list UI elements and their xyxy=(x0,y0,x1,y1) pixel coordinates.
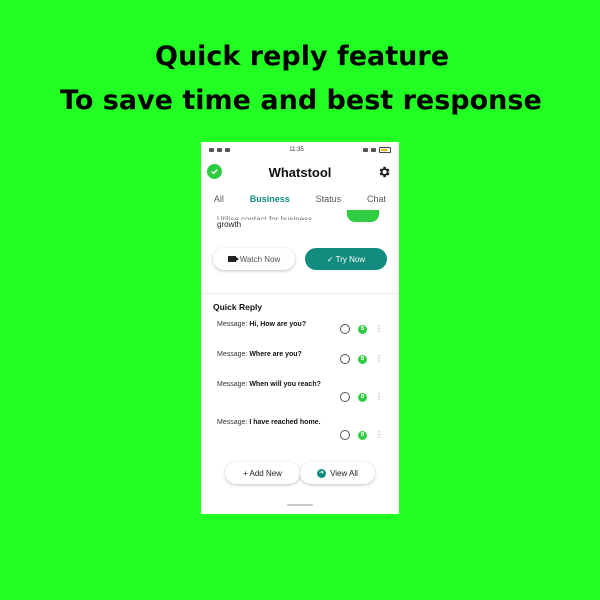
quick-reply-item[interactable]: Message: I have reached home. B ⋮ xyxy=(209,416,391,454)
more-options-icon[interactable]: ⋮ xyxy=(375,393,383,401)
promo-text: Utilise contact for business growth xyxy=(217,215,312,230)
try-now-label: ✓ Try Now xyxy=(326,254,366,264)
tab-bar: All Business Status Chat xyxy=(201,188,399,210)
status-icons-left xyxy=(209,148,230,152)
message-text: I have reached home. xyxy=(249,419,321,426)
watch-now-button[interactable]: Watch Now xyxy=(213,248,295,270)
whatsapp-business-icon[interactable]: B xyxy=(358,430,367,440)
notification-icon xyxy=(217,148,222,152)
quick-reply-message: Message: I have reached home. xyxy=(217,418,327,427)
view-all-button[interactable]: ➜ View All xyxy=(300,462,375,484)
network-icon xyxy=(370,148,376,152)
add-new-label: + Add New xyxy=(243,468,282,478)
quick-reply-item[interactable]: Message: When will you reach? B ⋮ xyxy=(209,378,391,416)
quick-reply-message: Message: Hi, How are you? xyxy=(217,320,327,329)
whatsapp-icon[interactable] xyxy=(340,324,350,334)
home-indicator xyxy=(287,504,313,506)
message-text: Where are you? xyxy=(249,351,302,358)
quick-reply-message: Message: Where are you? xyxy=(217,350,327,359)
message-prefix: Message: xyxy=(217,419,248,426)
whatsapp-icon[interactable] xyxy=(340,354,350,364)
promo-text-line-2: growth xyxy=(217,220,242,229)
status-icons-right xyxy=(362,147,391,153)
quick-reply-item[interactable]: Message: Hi, How are you? B ⋮ xyxy=(209,318,391,348)
quick-reply-card: Quick Reply Message: Hi, How are you? B … xyxy=(201,302,399,484)
quick-reply-title: Quick Reply xyxy=(213,302,263,312)
more-options-icon[interactable]: ⋮ xyxy=(375,355,383,363)
quick-reply-item[interactable]: Message: Where are you? B ⋮ xyxy=(209,348,391,378)
wifi-icon xyxy=(362,148,368,152)
tab-business[interactable]: Business xyxy=(244,194,296,204)
quick-reply-message: Message: When will you reach? xyxy=(217,380,327,389)
message-prefix: Message: xyxy=(217,351,248,358)
promo-badge xyxy=(347,210,379,222)
message-text: When will you reach? xyxy=(249,381,321,388)
notification-icon xyxy=(225,148,230,152)
whatsapp-icon[interactable] xyxy=(340,430,350,440)
headline-line-2: To save time and best response xyxy=(60,85,542,116)
watch-now-label: Watch Now xyxy=(239,254,281,264)
quick-reply-footer: + Add New ➜ View All xyxy=(209,462,391,484)
whatsapp-business-icon[interactable]: B xyxy=(358,392,367,402)
try-now-button[interactable]: ✓ Try Now xyxy=(305,248,387,270)
whatsapp-business-icon[interactable]: B xyxy=(358,354,367,364)
video-icon xyxy=(227,256,239,262)
add-new-button[interactable]: + Add New xyxy=(225,462,300,484)
tab-all[interactable]: All xyxy=(208,194,230,204)
tab-status[interactable]: Status xyxy=(310,194,348,204)
whatsapp-icon[interactable] xyxy=(340,392,350,402)
status-bar: 11:35 xyxy=(201,142,399,158)
signal-icon xyxy=(209,148,214,152)
more-options-icon[interactable]: ⋮ xyxy=(375,325,383,333)
message-text: Hi, How are you? xyxy=(249,321,307,328)
message-prefix: Message: xyxy=(217,381,248,388)
battery-icon xyxy=(378,147,391,153)
tab-chat[interactable]: Chat xyxy=(361,194,392,204)
view-all-label: View All xyxy=(330,468,358,478)
phone-screen: 11:35 Whatstool All Business Status Chat… xyxy=(201,142,399,514)
headline-line-1: Quick reply feature xyxy=(155,41,450,72)
promo-buttons: Watch Now ✓ Try Now xyxy=(213,248,387,270)
more-options-icon[interactable]: ⋮ xyxy=(375,431,383,439)
app-bar: Whatstool xyxy=(201,158,399,186)
quick-reply-actions: B ⋮ xyxy=(340,324,383,334)
whatsapp-business-icon[interactable]: B xyxy=(358,324,367,334)
app-title: Whatstool xyxy=(268,164,332,180)
quick-reply-actions: B ⋮ xyxy=(340,354,383,364)
message-prefix: Message: xyxy=(217,321,248,328)
gear-icon[interactable] xyxy=(377,164,391,178)
quick-reply-actions: B ⋮ xyxy=(340,430,383,440)
arrow-right-icon: ➜ xyxy=(317,468,327,478)
quick-reply-actions: B ⋮ xyxy=(340,392,383,402)
promo-card: Utilise contact for business growth Watc… xyxy=(201,210,399,294)
status-time: 11:35 xyxy=(289,147,304,153)
check-icon[interactable] xyxy=(207,164,222,179)
